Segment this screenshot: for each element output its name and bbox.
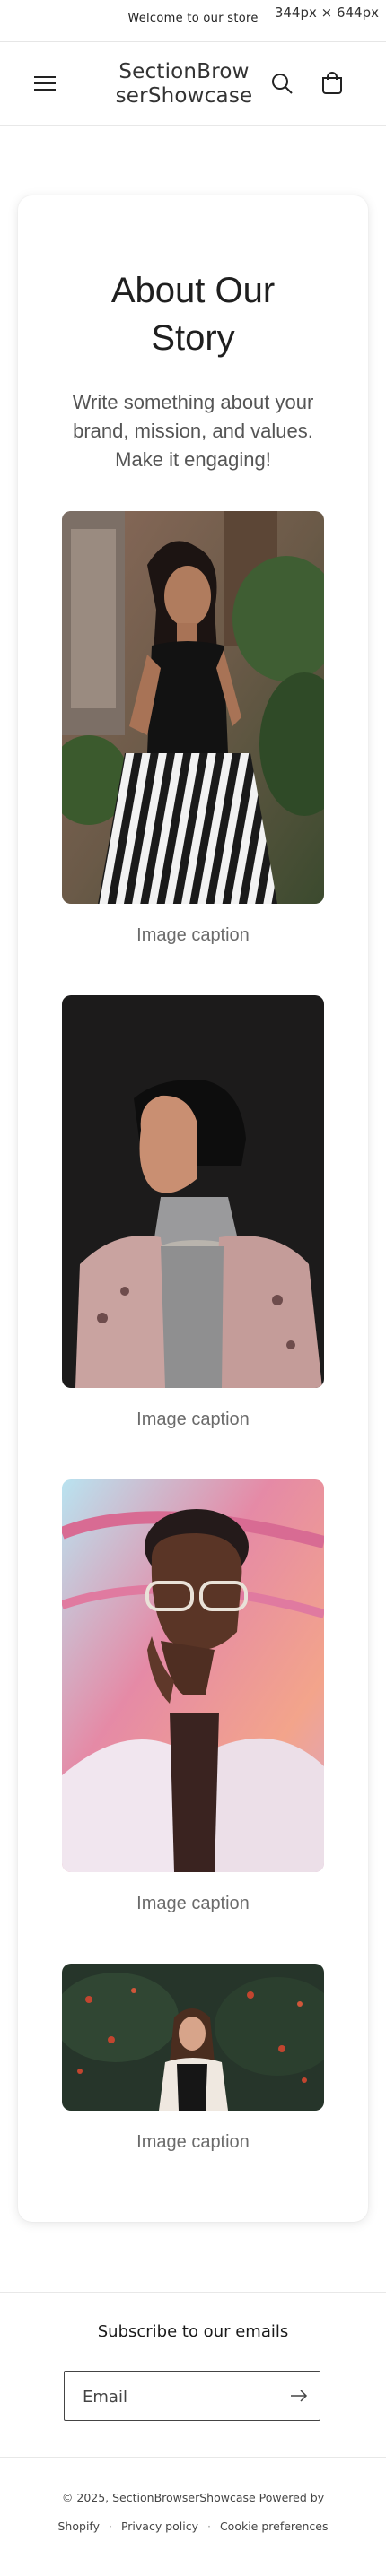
- subscribe-submit-button[interactable]: [287, 2384, 311, 2407]
- email-field[interactable]: [81, 2372, 282, 2422]
- image-caption-1: Image caption: [136, 925, 250, 945]
- page-title: About Our Story: [110, 271, 276, 358]
- privacy-policy-link[interactable]: Privacy policy: [121, 2520, 198, 2533]
- story-image-4: [62, 1964, 324, 2111]
- image-caption-4: Image caption: [136, 2132, 250, 2152]
- copyright-text: © 2025, SectionBrowserShowcase Powered b…: [61, 2491, 325, 2504]
- cart-button[interactable]: [316, 67, 348, 100]
- dimensions-label: 344px × 644px: [274, 4, 379, 21]
- cart-icon: [322, 72, 342, 94]
- hamburger-icon: [34, 76, 56, 91]
- store-logo[interactable]: SectionBrow serShowcase: [99, 60, 269, 108]
- image-figure-4: Image caption: [62, 1964, 324, 2153]
- image-figure-2: Image caption: [62, 995, 324, 1430]
- story-image-3: [62, 1479, 324, 1872]
- site-header: SectionBrow serShowcase: [0, 42, 386, 126]
- search-icon: [272, 74, 293, 94]
- arrow-right-icon: [291, 2390, 308, 2402]
- story-description: Write something about your brand, missio…: [72, 391, 314, 471]
- newsletter-heading: Subscribe to our emails: [97, 2322, 289, 2341]
- about-story-card: About Our Story Write something about yo…: [18, 195, 368, 2222]
- image-caption-2: Image caption: [136, 1409, 250, 1429]
- email-field-wrapper: [64, 2371, 320, 2422]
- announcement-bar: Welcome to our store 344px × 644px: [0, 0, 386, 42]
- search-button[interactable]: [266, 67, 298, 100]
- store-logo-line-2: serShowcase: [115, 84, 253, 108]
- image-figure-3: Image caption: [62, 1479, 324, 1914]
- story-image-1: [62, 511, 324, 904]
- separator-dot: ·: [206, 2520, 211, 2533]
- image-figure-1: Image caption: [62, 511, 324, 946]
- store-logo-line-1: SectionBrow: [118, 60, 250, 83]
- image-caption-3: Image caption: [136, 1894, 250, 1913]
- footer-links: Shopify · Privacy policy · Cookie prefer…: [0, 2520, 386, 2533]
- newsletter-section: Subscribe to our emails: [0, 2292, 386, 2458]
- story-image-2: [62, 995, 324, 1388]
- cookie-preferences-link[interactable]: Cookie preferences: [220, 2520, 329, 2533]
- menu-button[interactable]: [29, 67, 61, 100]
- separator-dot: ·: [108, 2520, 112, 2533]
- shopify-link[interactable]: Shopify: [58, 2520, 101, 2533]
